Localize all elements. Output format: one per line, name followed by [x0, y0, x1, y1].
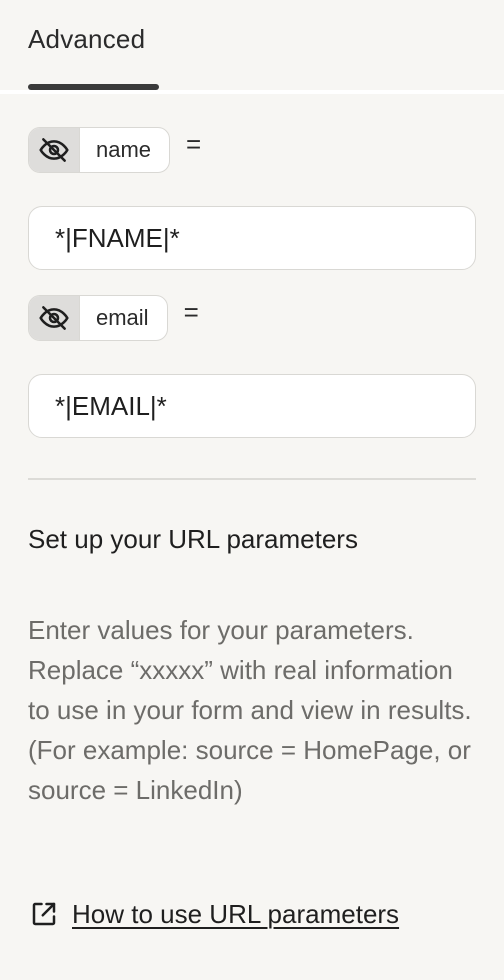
help-link-label[interactable]: How to use URL parameters — [72, 899, 399, 930]
tab-advanced[interactable]: Advanced — [28, 24, 145, 55]
section-title: Set up your URL parameters — [28, 524, 358, 554]
param-value-input-name[interactable]: *|FNAME|* — [28, 206, 476, 270]
equals-sign: = — [183, 296, 199, 327]
eye-off-icon[interactable] — [29, 296, 80, 340]
active-tab-indicator — [28, 84, 159, 90]
param-row-email: email = — [28, 294, 199, 342]
url-parameters-help-link[interactable]: How to use URL parameters — [28, 898, 399, 930]
help-text: Enter values for your parameters. Replac… — [28, 615, 472, 805]
tab-bar: Advanced — [0, 0, 504, 94]
param-chip-name[interactable]: name — [28, 127, 171, 173]
external-link-icon — [28, 898, 60, 930]
param-chip-email[interactable]: email — [28, 295, 168, 341]
eye-off-icon[interactable] — [29, 128, 80, 172]
section-divider — [28, 478, 476, 480]
param-name-label: name — [96, 137, 152, 162]
param-value-input-email[interactable]: *|EMAIL|* — [28, 374, 476, 438]
param-name-label: email — [96, 305, 149, 330]
equals-sign: = — [186, 128, 202, 159]
param-row-name: name = — [28, 126, 201, 174]
